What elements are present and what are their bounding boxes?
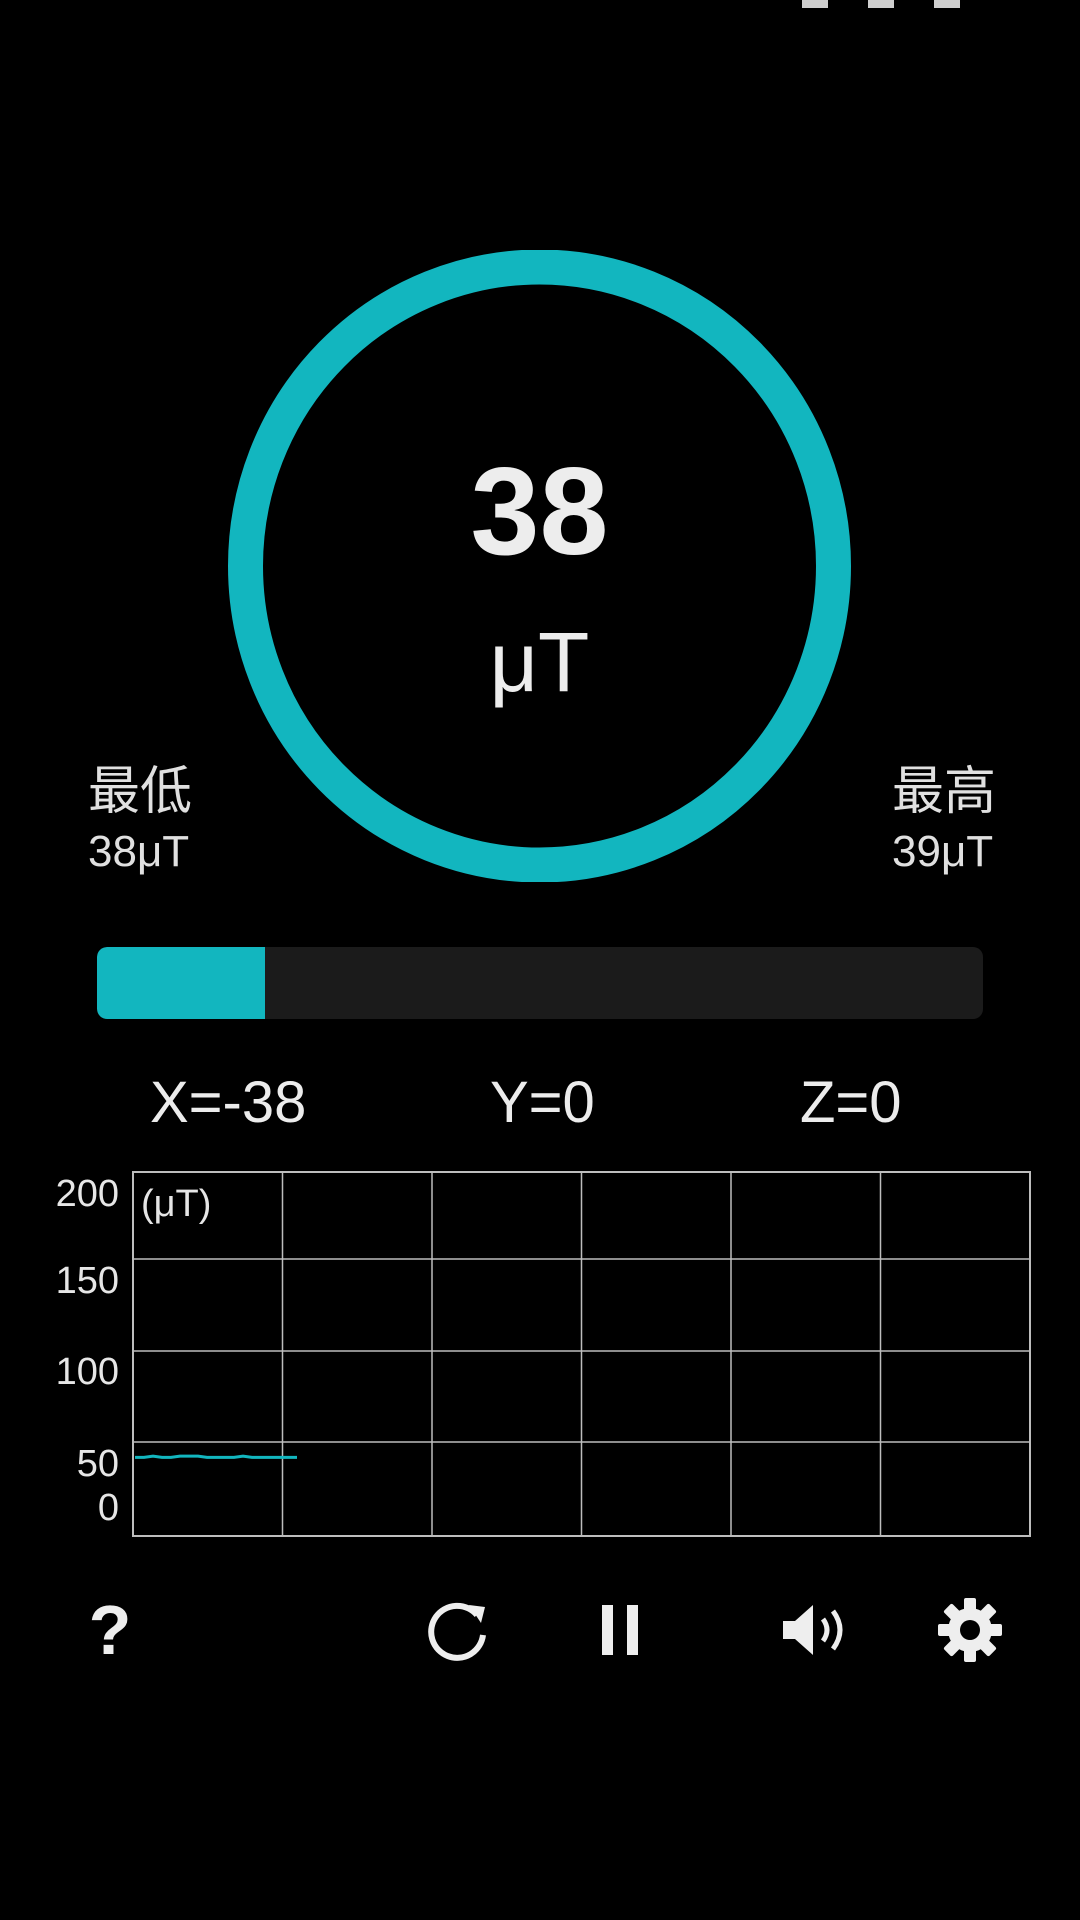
y-tick-label: 100 <box>56 1351 119 1393</box>
reset-button[interactable] <box>420 1595 500 1665</box>
axis-readouts: X=-38 Y=0 Z=0 <box>0 1068 1080 1138</box>
y-tick-label: 0 <box>98 1487 119 1529</box>
min-label: 最低 <box>88 763 193 821</box>
y-axis-unit-label: (μT) <box>141 1183 211 1225</box>
settings-button[interactable] <box>930 1595 1010 1665</box>
reset-icon <box>428 1602 486 1661</box>
field-gauge: 38 μT <box>228 250 851 882</box>
sound-button[interactable] <box>775 1595 855 1665</box>
y-axis-value: Y=0 <box>490 1070 595 1135</box>
field-strength-unit: μT <box>489 615 590 709</box>
z-axis-value: Z=0 <box>800 1070 902 1135</box>
battery-icon <box>934 0 960 8</box>
max-reading: 最高 39μT <box>892 762 996 882</box>
pause-icon <box>602 1605 638 1655</box>
x-axis-value: X=-38 <box>150 1070 307 1135</box>
settings-icon <box>938 1598 1002 1662</box>
field-strength-value: 38 <box>470 443 609 581</box>
magnetometer-screen: 38 μT 最低 38μT 最高 39μT X=-38 Y=0 Z=0 0 50 1… <box>0 0 1080 1920</box>
y-tick-label: 50 <box>77 1443 119 1485</box>
field-level-bar <box>97 947 983 1019</box>
y-tick-label: 150 <box>56 1260 119 1302</box>
help-icon: ? <box>88 1591 132 1669</box>
y-tick-label: 200 <box>56 1173 119 1215</box>
min-value: 38μT <box>88 827 190 876</box>
bottom-toolbar: ? <box>0 1595 1080 1665</box>
history-chart: 0 50 100 150 200 (μT) <box>40 1170 1040 1550</box>
max-value: 39μT <box>892 827 994 876</box>
signal-icon <box>802 0 828 8</box>
help-button[interactable]: ? <box>70 1595 150 1665</box>
field-history-line <box>135 1454 297 1459</box>
history-chart-svg: 050 100 150 200 (μT) <box>56 1171 1031 1537</box>
sound-icon <box>783 1605 843 1655</box>
wifi-icon <box>868 0 894 8</box>
min-reading: 最低 38μT <box>88 762 192 882</box>
status-bar-icons <box>802 0 960 12</box>
pause-button[interactable] <box>580 1595 660 1665</box>
max-label: 最高 <box>892 763 997 821</box>
field-level-fill <box>97 947 266 1019</box>
